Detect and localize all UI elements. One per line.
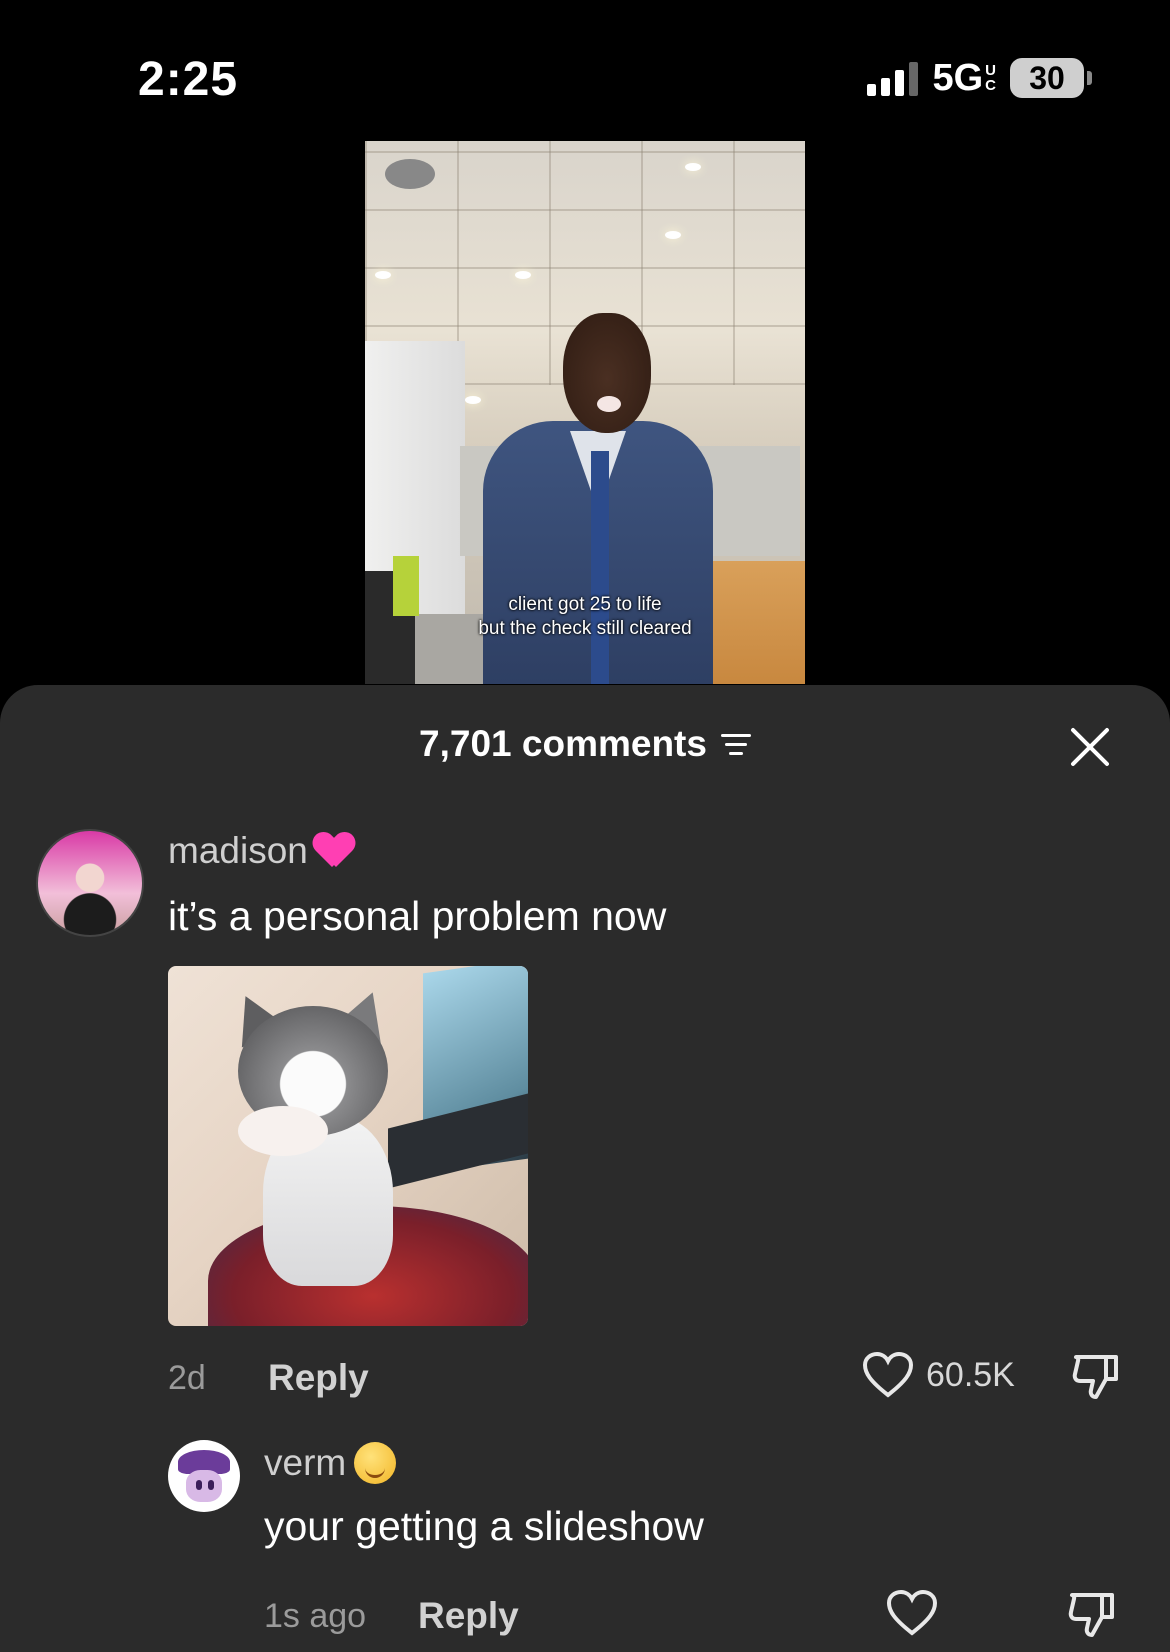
network-label: 5G — [932, 56, 984, 99]
like-count: 60.5K — [926, 1355, 1015, 1394]
comments-sheet: 7,701 comments madison it’s a personal p… — [0, 685, 1170, 1652]
reply-button[interactable]: Reply — [268, 1357, 369, 1399]
battery-level: 30 — [1010, 58, 1084, 98]
network-suffix: U C — [985, 63, 996, 93]
filter-icon[interactable] — [720, 733, 751, 755]
dislike-button[interactable] — [1066, 1587, 1120, 1641]
username-text: verm — [264, 1442, 347, 1483]
comment-count-sort[interactable]: 7,701 comments — [419, 723, 751, 765]
heart-outline-icon — [886, 1589, 938, 1636]
network-suffix-bottom: C — [985, 77, 996, 94]
close-icon[interactable] — [1068, 725, 1112, 769]
comment-text: your getting a slideshow — [264, 1503, 704, 1549]
like-button[interactable]: 60.5K — [862, 1351, 1015, 1399]
thumbs-down-icon — [1068, 1593, 1114, 1637]
avatar[interactable] — [36, 829, 144, 937]
comment-time: 1s ago — [264, 1597, 367, 1635]
signal-strength-icon — [867, 60, 919, 96]
reply-button[interactable]: Reply — [418, 1595, 519, 1637]
username-text: madison — [168, 830, 308, 871]
comment-gif-image[interactable] — [168, 966, 528, 1326]
thumbs-down-icon — [1072, 1355, 1118, 1399]
network-suffix-top: U — [985, 62, 996, 79]
avatar[interactable] — [168, 1440, 240, 1512]
pink-heart-icon — [314, 831, 354, 871]
comment-time: 2d — [168, 1359, 206, 1397]
comment-text: it’s a personal problem now — [168, 893, 667, 939]
caption-line-2: but the check still cleared — [478, 618, 692, 639]
network-type: 5G U C — [932, 57, 996, 100]
drooling-face-icon — [354, 1442, 397, 1484]
video-player[interactable]: client got 25 to life but the check stil… — [365, 141, 805, 684]
like-button[interactable] — [886, 1589, 950, 1637]
video-caption: client got 25 to life but the check stil… — [365, 593, 805, 641]
comments-header: 7,701 comments — [0, 723, 1170, 765]
status-indicators: 5G U C 30 — [867, 56, 1092, 100]
comment-username[interactable]: verm — [264, 1442, 397, 1484]
status-time: 2:25 — [138, 53, 239, 106]
caption-line-1: client got 25 to life — [508, 594, 662, 615]
heart-outline-icon — [862, 1351, 914, 1398]
dislike-button[interactable] — [1070, 1349, 1124, 1403]
battery-icon: 30 — [1010, 58, 1092, 98]
comment-username[interactable]: madison — [168, 830, 354, 872]
comment-count: 7,701 comments — [419, 723, 707, 764]
